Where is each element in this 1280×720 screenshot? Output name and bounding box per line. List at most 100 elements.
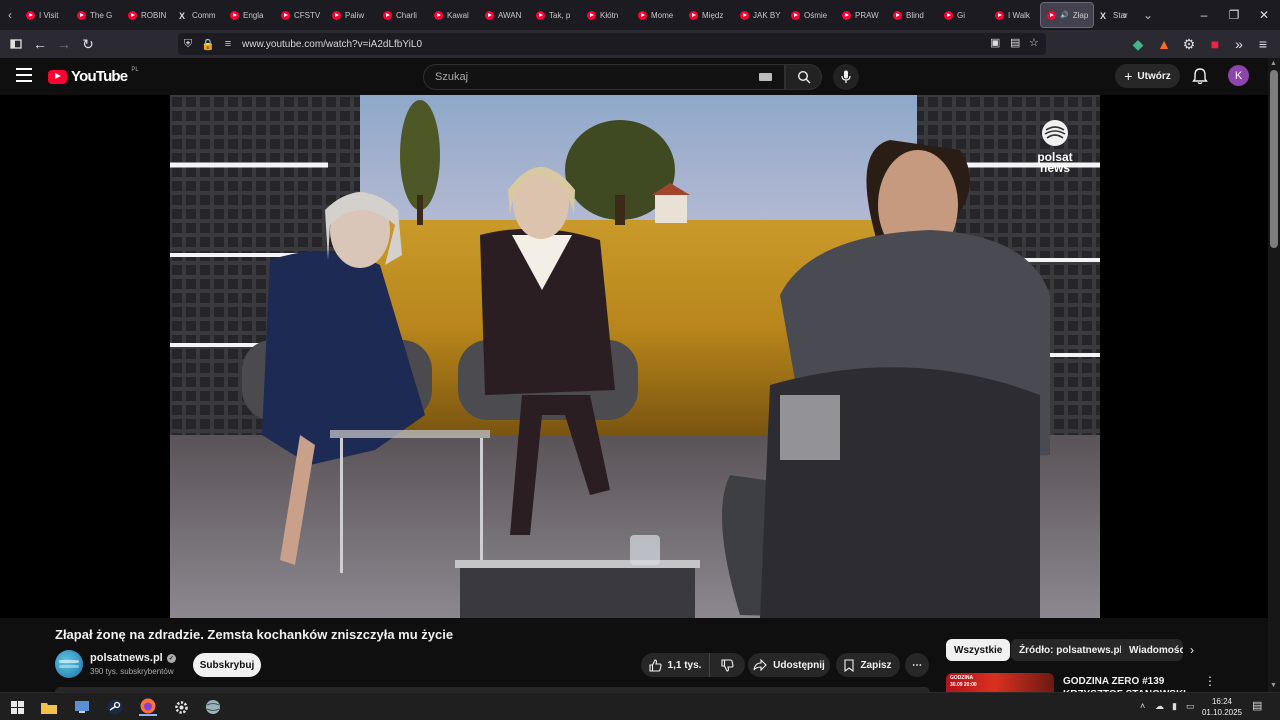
youtube-icon [383, 10, 392, 20]
extensions-icon[interactable]: ⚙ [1179, 34, 1199, 54]
url-text[interactable]: www.youtube.com/watch?v=iA2dLfbYiL0 [242, 39, 422, 50]
browser-tab[interactable]: AWAN [479, 2, 530, 28]
browser-tab[interactable]: I Walk [989, 2, 1040, 28]
browser-tab[interactable]: Charli [377, 2, 428, 28]
firefox-icon[interactable] [139, 698, 157, 716]
chip-source[interactable]: Źródło: polsatnews.pl [1011, 639, 1131, 661]
network-icon[interactable]: ▭ [1186, 701, 1195, 712]
share-button[interactable]: Udostępnij [748, 653, 830, 677]
pip-icon[interactable]: ▣ [990, 36, 1000, 49]
control-panel-icon[interactable] [73, 698, 91, 716]
browser-tab[interactable]: I Visit [20, 2, 71, 28]
browser-tab[interactable]: CFSTV [275, 2, 326, 28]
tab-title: Ośmie [804, 10, 828, 20]
recommendation-title[interactable]: GODZINA ZERO #139 KRZYSZTOF STANOWSKI [1063, 675, 1193, 692]
file-explorer-icon[interactable] [40, 698, 58, 716]
like-button[interactable]: 1,1 tys. [641, 653, 709, 677]
thumbnail-line-2: 30.09 20:00 [950, 681, 977, 688]
recommendation-thumbnail[interactable]: GODZINA 30.09 20:00 [946, 673, 1054, 692]
extension-shield-icon[interactable]: ◆ [1128, 34, 1148, 54]
address-bar[interactable]: ⛨ 🔒 ≡ www.youtube.com/watch?v=iA2dLfbYiL… [178, 33, 1046, 55]
create-button[interactable]: + Utwórz [1115, 64, 1180, 88]
youtube-icon [230, 10, 239, 20]
bookmark-star-icon[interactable]: ☆ [1029, 36, 1039, 49]
chip-news[interactable]: Wiadomości [1121, 639, 1183, 661]
notification-center-icon[interactable]: ▤ [1252, 699, 1262, 712]
settings-gear-icon[interactable] [172, 698, 190, 716]
browser-nav-bar: ← → ↻ ⛨ 🔒 ≡ www.youtube.com/watch?v=iA2d… [0, 30, 1280, 58]
notifications-bell-icon[interactable] [1191, 67, 1209, 85]
browser-tab[interactable]: Mome [632, 2, 683, 28]
scroll-up-icon[interactable]: ▲ [1270, 60, 1277, 67]
youtube-logo[interactable]: YouTube PL [48, 67, 139, 85]
tab-list-dropdown-icon[interactable]: ⌄ [1138, 0, 1158, 30]
scrollbar-thumb[interactable] [1270, 70, 1278, 248]
browser-tab[interactable]: The G [71, 2, 122, 28]
overflow-chevron-icon[interactable]: » [1229, 34, 1249, 54]
reader-view-icon[interactable]: ▤ [1010, 36, 1020, 49]
chips-next-icon[interactable]: › [1190, 643, 1194, 657]
browser-tab[interactable]: Engla [224, 2, 275, 28]
tab-scroll-left-icon[interactable]: ‹ [0, 0, 20, 30]
permissions-icon[interactable]: ≡ [218, 38, 238, 50]
app-globe-icon[interactable] [204, 698, 222, 716]
lock-icon[interactable]: 🔒 [198, 38, 218, 51]
microphone-tray-icon[interactable]: ▮ [1172, 701, 1177, 712]
page-scrollbar[interactable]: ▲ ▼ [1268, 58, 1280, 692]
tracking-shield-icon[interactable]: ⛨ [178, 38, 198, 51]
browser-tab[interactable]: JAK BY [734, 2, 785, 28]
browser-tab[interactable]: Kawal [428, 2, 479, 28]
system-clock[interactable]: 16:24 01.10.2025 [1200, 696, 1244, 718]
browser-tab[interactable]: ROBIN [122, 2, 173, 28]
forward-icon[interactable]: → [54, 34, 74, 54]
save-button[interactable]: Zapisz [836, 653, 900, 677]
back-icon[interactable]: ← [30, 34, 50, 54]
browser-tab[interactable]: Kłótn [581, 2, 632, 28]
windows-taskbar: ˄ ☁ ▮ ▭ 16:24 01.10.2025 ▤ [0, 692, 1280, 720]
restore-icon[interactable]: ❐ [1218, 0, 1250, 30]
hamburger-menu-icon[interactable] [16, 68, 32, 82]
channel-avatar[interactable] [55, 650, 83, 678]
minimize-icon[interactable]: – [1188, 0, 1220, 30]
recommendation-menu-icon[interactable]: ⋮ [1204, 674, 1216, 688]
browser-tab[interactable]: X Comm [173, 2, 224, 28]
more-actions-icon[interactable]: ⋯ [905, 653, 929, 677]
scroll-down-icon[interactable]: ▼ [1270, 682, 1277, 689]
youtube-wordmark: YouTube [71, 68, 128, 85]
video-frame[interactable]: polsat news [170, 95, 1100, 618]
voice-search-button[interactable] [833, 64, 859, 90]
channel-name-link[interactable]: polsatnews.pl ✓ [90, 652, 176, 664]
browser-tab[interactable]: Ośmie [785, 2, 836, 28]
browser-tab[interactable]: Blind [887, 2, 938, 28]
browser-tab[interactable]: Międz [683, 2, 734, 28]
close-window-icon[interactable]: ✕ [1248, 0, 1280, 30]
account-avatar[interactable]: K [1228, 65, 1249, 86]
dislike-button[interactable] [709, 653, 745, 677]
tray-expand-icon[interactable]: ˄ [1140, 701, 1145, 711]
browser-tab[interactable]: 🔊Złap✕ [1040, 2, 1094, 28]
x-icon: X [179, 10, 186, 21]
speaker-icon[interactable]: 🔊 [1060, 11, 1069, 19]
subscribe-button[interactable]: Subskrybuj [193, 653, 261, 677]
browser-tab-strip: ‹ I Visit The G ROBIN X Comm Engla CFSTV Paliw C… [0, 0, 1280, 30]
channel-name[interactable]: polsatnews.pl [90, 652, 163, 664]
steam-icon[interactable] [106, 698, 124, 716]
video-player[interactable]: polsat news [0, 95, 1268, 618]
tab-title: PRAW [855, 10, 879, 20]
browser-tab[interactable]: Tak, p [530, 2, 581, 28]
app-menu-icon[interactable]: ≡ [1253, 34, 1273, 54]
tab-scroll-right-icon[interactable]: › [1115, 0, 1135, 30]
keyboard-icon[interactable] [759, 73, 772, 81]
ublock-icon[interactable]: ■ [1205, 34, 1225, 54]
reload-icon[interactable]: ↻ [78, 34, 98, 54]
windows-start-icon[interactable] [8, 698, 26, 716]
search-input[interactable]: Szukaj [423, 64, 785, 90]
browser-tab[interactable]: Paliw [326, 2, 377, 28]
browser-tab[interactable]: Gi [938, 2, 989, 28]
sidebar-toggle-icon[interactable] [6, 34, 26, 54]
search-button[interactable] [785, 64, 822, 90]
onedrive-icon[interactable]: ☁ [1155, 701, 1164, 712]
firefox-account-icon[interactable]: ▲ [1154, 34, 1174, 54]
chip-all[interactable]: Wszystkie [946, 639, 1011, 661]
browser-tab[interactable]: PRAW [836, 2, 887, 28]
